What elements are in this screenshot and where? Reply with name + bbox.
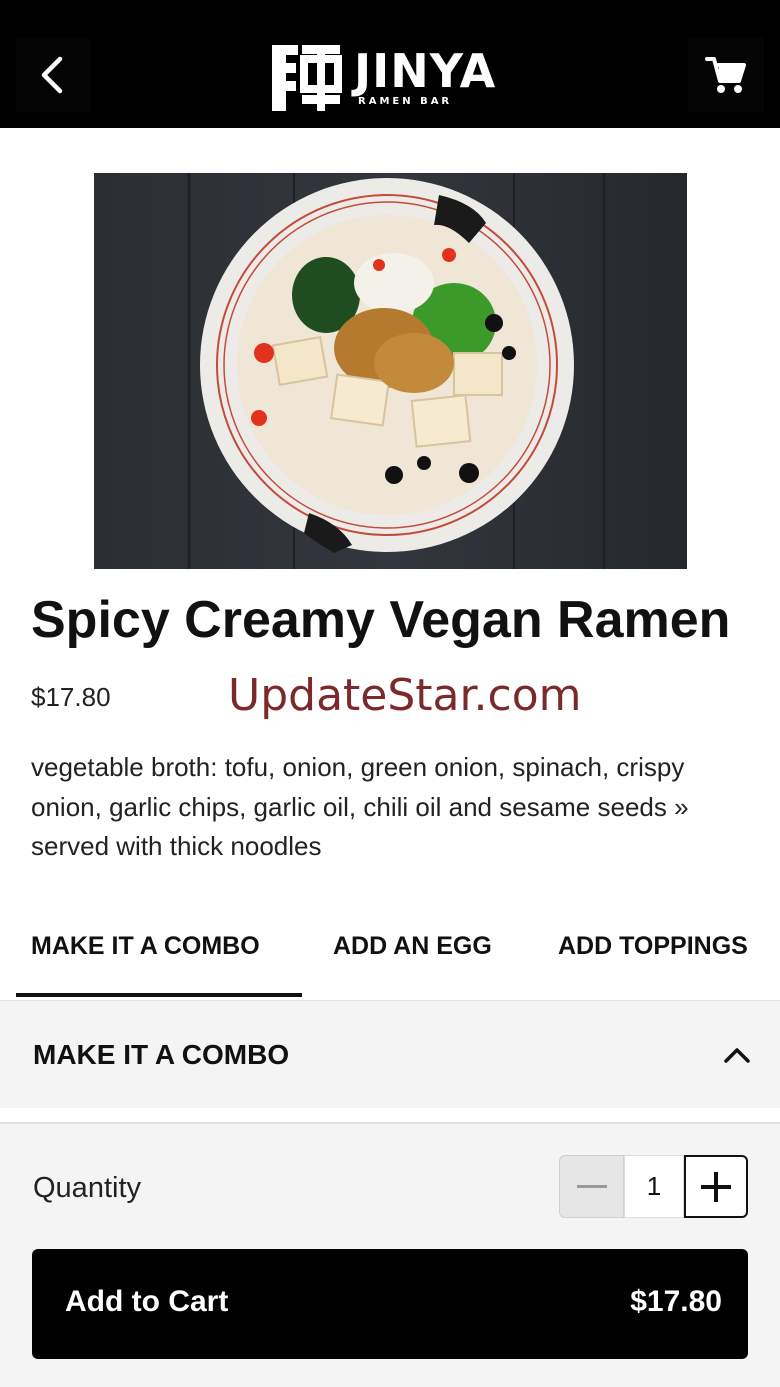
logo-mark-icon	[272, 45, 342, 111]
quantity-value[interactable]: 1	[624, 1155, 684, 1218]
ramen-photo	[94, 173, 687, 569]
app-header: JINYA RAMEN BAR	[0, 0, 780, 128]
quantity-increase-button[interactable]	[684, 1155, 748, 1218]
plus-icon	[701, 1171, 731, 1202]
minus-icon	[576, 1184, 607, 1188]
product-title: Spicy Creamy Vegan Ramen	[31, 591, 731, 649]
active-tab-indicator	[16, 993, 302, 997]
combo-section-header[interactable]: MAKE IT A COMBO	[0, 1000, 780, 1108]
section-title: MAKE IT A COMBO	[33, 1039, 290, 1070]
watermark-text: UpdateStar.com	[228, 670, 582, 721]
logo-text: JINYA RAMEN BAR	[354, 48, 496, 107]
product-price: $17.80	[31, 682, 111, 712]
quantity-decrease-button[interactable]	[559, 1155, 624, 1218]
option-tabs: MAKE IT A COMBO ADD AN EGG ADD TOPPINGS	[0, 920, 780, 998]
cart-button[interactable]	[688, 38, 764, 112]
checkout-bar: Quantity 1 Add to Cart $17.80	[0, 1122, 780, 1387]
ramen-bowl-image	[94, 173, 687, 569]
logo-name: JINYA	[354, 43, 497, 98]
quantity-label: Quantity	[33, 1172, 141, 1204]
cart-icon	[705, 57, 746, 93]
back-button[interactable]	[16, 38, 90, 112]
chevron-left-icon	[41, 56, 63, 94]
jinya-logo[interactable]: JINYA RAMEN BAR	[270, 34, 514, 120]
tab-add-toppings[interactable]: ADD TOPPINGS	[558, 932, 748, 961]
chevron-up-icon[interactable]	[722, 1041, 752, 1069]
tab-make-it-a-combo[interactable]: MAKE IT A COMBO	[31, 932, 260, 961]
add-to-cart-label: Add to Cart	[65, 1285, 229, 1318]
add-to-cart-price: $17.80	[630, 1285, 722, 1318]
logo-subtitle: RAMEN BAR	[358, 95, 453, 107]
tab-add-an-egg[interactable]: ADD AN EGG	[333, 932, 492, 961]
add-to-cart-button[interactable]: Add to Cart $17.80	[32, 1249, 748, 1359]
product-description: vegetable broth: tofu, onion, green onio…	[31, 752, 689, 861]
